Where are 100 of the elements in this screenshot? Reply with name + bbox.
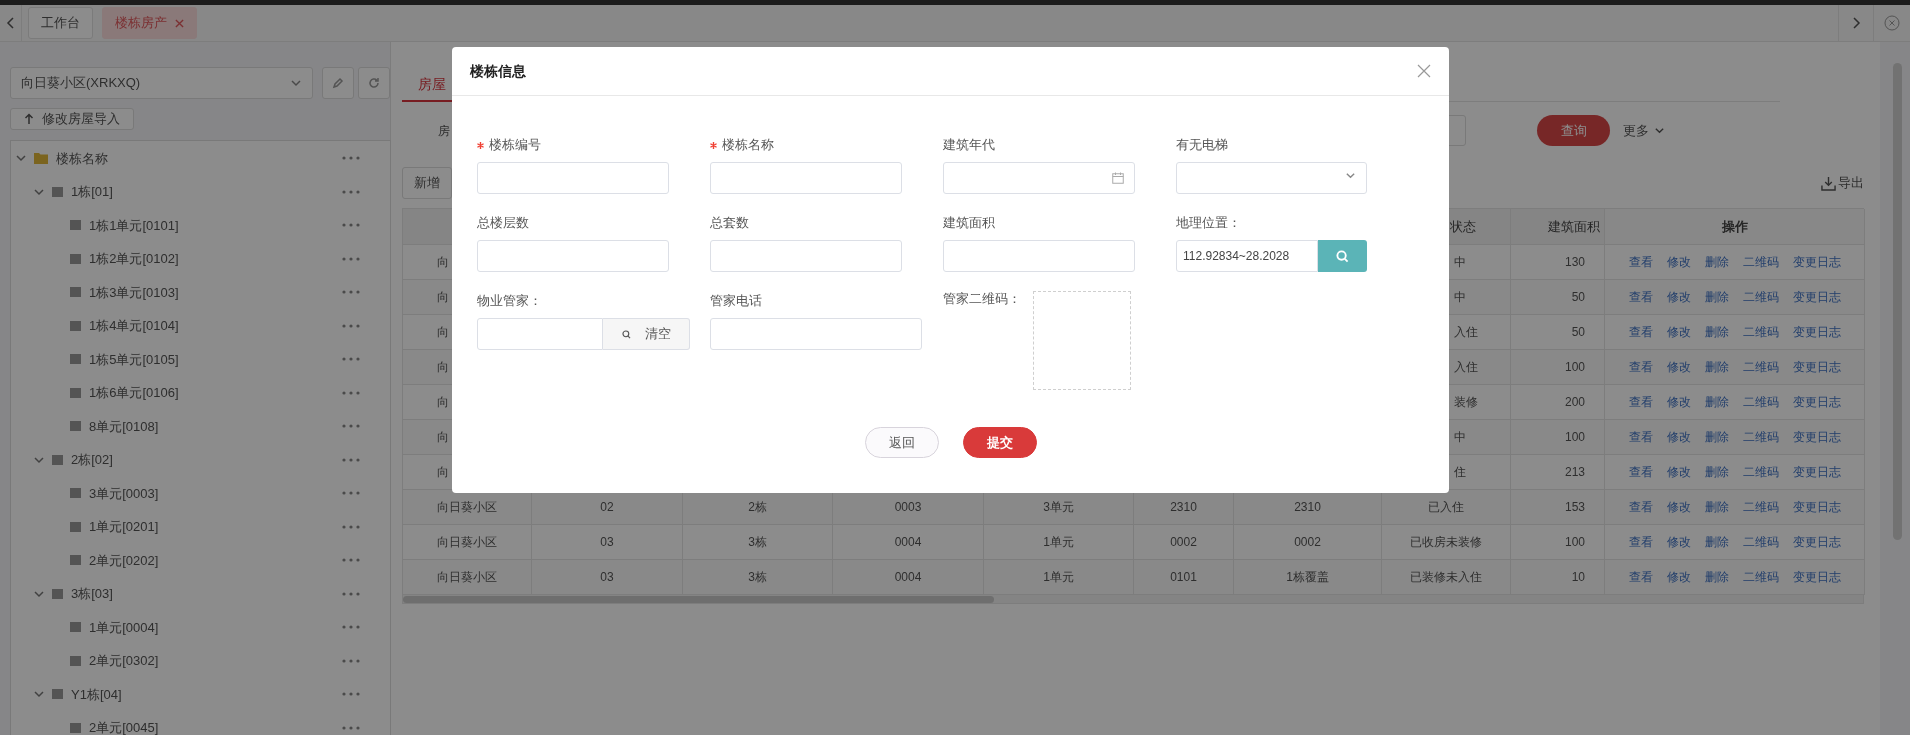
action-link[interactable]: 变更日志 <box>1792 498 1841 516</box>
action-link[interactable]: 修改 <box>1666 393 1691 411</box>
tree-item[interactable]: 2单元[0302] <box>11 644 390 678</box>
action-link[interactable]: 变更日志 <box>1792 288 1841 306</box>
tree-item[interactable]: 1栋6单元[0106] <box>11 376 390 410</box>
tree-item[interactable]: 2单元[0045] <box>11 711 390 735</box>
action-link[interactable]: 二维码 <box>1742 358 1779 376</box>
table-cell-text: 0101 <box>1170 569 1197 586</box>
table-cell-text: 0002 <box>1294 534 1321 551</box>
action-link[interactable]: 查看 <box>1628 253 1653 271</box>
tree-item[interactable]: 1栋4单元[0104] <box>11 309 390 343</box>
close-button[interactable] <box>1417 64 1431 78</box>
action-link[interactable]: 修改 <box>1666 568 1691 586</box>
qr-upload-area[interactable] <box>1033 291 1131 390</box>
text-field[interactable] <box>477 318 603 350</box>
action-link[interactable]: 查看 <box>1628 288 1653 306</box>
tree-item[interactable]: 1栋1单元[0101] <box>11 208 390 242</box>
tree-item[interactable]: 2单元[0202] <box>11 543 390 577</box>
action-link[interactable]: 二维码 <box>1742 498 1779 516</box>
more-button[interactable]: 更多 <box>1623 120 1665 141</box>
action-link[interactable]: 修改 <box>1666 498 1691 516</box>
page-tab[interactable]: 楼栋房产 <box>102 7 197 39</box>
tree-item[interactable]: 1单元[0004] <box>11 610 390 644</box>
action-link[interactable]: 修改 <box>1666 323 1691 341</box>
edit-button[interactable] <box>322 67 354 99</box>
tree-item[interactable]: 8单元[0108] <box>11 409 390 443</box>
community-select[interactable]: 向日葵小区(XRKXQ) <box>10 67 313 99</box>
action-link[interactable]: 删除 <box>1704 498 1729 516</box>
action-link[interactable]: 二维码 <box>1742 533 1779 551</box>
tree-item[interactable]: 1栋5单元[0105] <box>11 342 390 376</box>
action-link[interactable]: 修改 <box>1666 428 1691 446</box>
action-link[interactable]: 修改 <box>1666 358 1691 376</box>
action-link[interactable]: 删除 <box>1704 393 1729 411</box>
action-link[interactable]: 查看 <box>1628 498 1653 516</box>
action-link[interactable]: 查看 <box>1628 358 1653 376</box>
action-link[interactable]: 变更日志 <box>1792 358 1841 376</box>
text-field[interactable] <box>710 162 902 194</box>
text-field[interactable] <box>710 318 922 350</box>
action-link[interactable]: 查看 <box>1628 533 1653 551</box>
location-field[interactable]: 112.92834~28.2028 <box>1176 240 1318 272</box>
action-link[interactable]: 二维码 <box>1742 463 1779 481</box>
table-cell-text: 向 <box>437 359 449 376</box>
action-link[interactable]: 二维码 <box>1742 323 1779 341</box>
square-icon <box>70 287 81 298</box>
action-link[interactable]: 查看 <box>1628 568 1653 586</box>
action-link[interactable]: 删除 <box>1704 358 1729 376</box>
text-field[interactable] <box>710 240 902 272</box>
tree-item[interactable]: 1栋[01] <box>11 175 390 209</box>
action-link[interactable]: 删除 <box>1704 568 1729 586</box>
clear-button[interactable]: 清空 <box>603 318 690 350</box>
tree-item[interactable]: 楼栋名称 <box>11 141 390 175</box>
action-link[interactable]: 变更日志 <box>1792 323 1841 341</box>
action-link[interactable]: 删除 <box>1704 253 1729 271</box>
action-link[interactable]: 变更日志 <box>1792 253 1841 271</box>
action-link[interactable]: 查看 <box>1628 463 1653 481</box>
action-link[interactable]: 修改 <box>1666 253 1691 271</box>
page-tab[interactable]: 工作台 <box>28 7 93 39</box>
action-link[interactable]: 删除 <box>1704 533 1729 551</box>
action-link[interactable]: 删除 <box>1704 288 1729 306</box>
tree-item[interactable]: 2栋[02] <box>11 443 390 477</box>
action-link[interactable]: 删除 <box>1704 428 1729 446</box>
tree-item[interactable]: Y1栋[04] <box>11 677 390 711</box>
more-dots-icon <box>342 491 360 496</box>
action-link[interactable]: 修改 <box>1666 533 1691 551</box>
back-button[interactable]: 返回 <box>864 427 939 458</box>
tree-item[interactable]: 1栋3单元[0103] <box>11 275 390 309</box>
tree-item[interactable]: 3栋[03] <box>11 577 390 611</box>
action-link[interactable]: 变更日志 <box>1792 533 1841 551</box>
action-link[interactable]: 二维码 <box>1742 288 1779 306</box>
action-link[interactable]: 修改 <box>1666 288 1691 306</box>
action-link[interactable]: 变更日志 <box>1792 428 1841 446</box>
search-button[interactable] <box>1318 240 1367 272</box>
import-button[interactable]: 修改房屋导入 <box>10 108 134 130</box>
select-field[interactable] <box>1176 162 1367 194</box>
action-link[interactable]: 二维码 <box>1742 253 1779 271</box>
tree-item[interactable]: 1栋2单元[0102] <box>11 242 390 276</box>
export-button[interactable]: 导出 <box>1821 173 1864 193</box>
action-link[interactable]: 二维码 <box>1742 428 1779 446</box>
action-link[interactable]: 查看 <box>1628 323 1653 341</box>
action-link[interactable]: 变更日志 <box>1792 463 1841 481</box>
query-button[interactable]: 查询 <box>1537 115 1610 146</box>
action-link[interactable]: 变更日志 <box>1792 393 1841 411</box>
action-link[interactable]: 修改 <box>1666 463 1691 481</box>
date-field[interactable] <box>943 162 1135 194</box>
text-field[interactable] <box>477 162 669 194</box>
add-button[interactable]: 新增 <box>402 167 452 199</box>
text-field[interactable] <box>477 240 669 272</box>
action-link[interactable]: 变更日志 <box>1792 568 1841 586</box>
submit-button[interactable]: 提交 <box>962 427 1037 458</box>
action-link[interactable]: 删除 <box>1704 463 1729 481</box>
tree-item[interactable]: 1单元[0201] <box>11 510 390 544</box>
action-link[interactable]: 二维码 <box>1742 568 1779 586</box>
action-link[interactable]: 删除 <box>1704 323 1729 341</box>
tree-item[interactable]: 3单元[0003] <box>11 476 390 510</box>
action-link[interactable]: 查看 <box>1628 428 1653 446</box>
action-link[interactable]: 查看 <box>1628 393 1653 411</box>
text-field[interactable] <box>943 240 1135 272</box>
action-link[interactable]: 二维码 <box>1742 393 1779 411</box>
scrollbar-thumb[interactable] <box>403 595 994 603</box>
refresh-button[interactable] <box>358 67 390 99</box>
